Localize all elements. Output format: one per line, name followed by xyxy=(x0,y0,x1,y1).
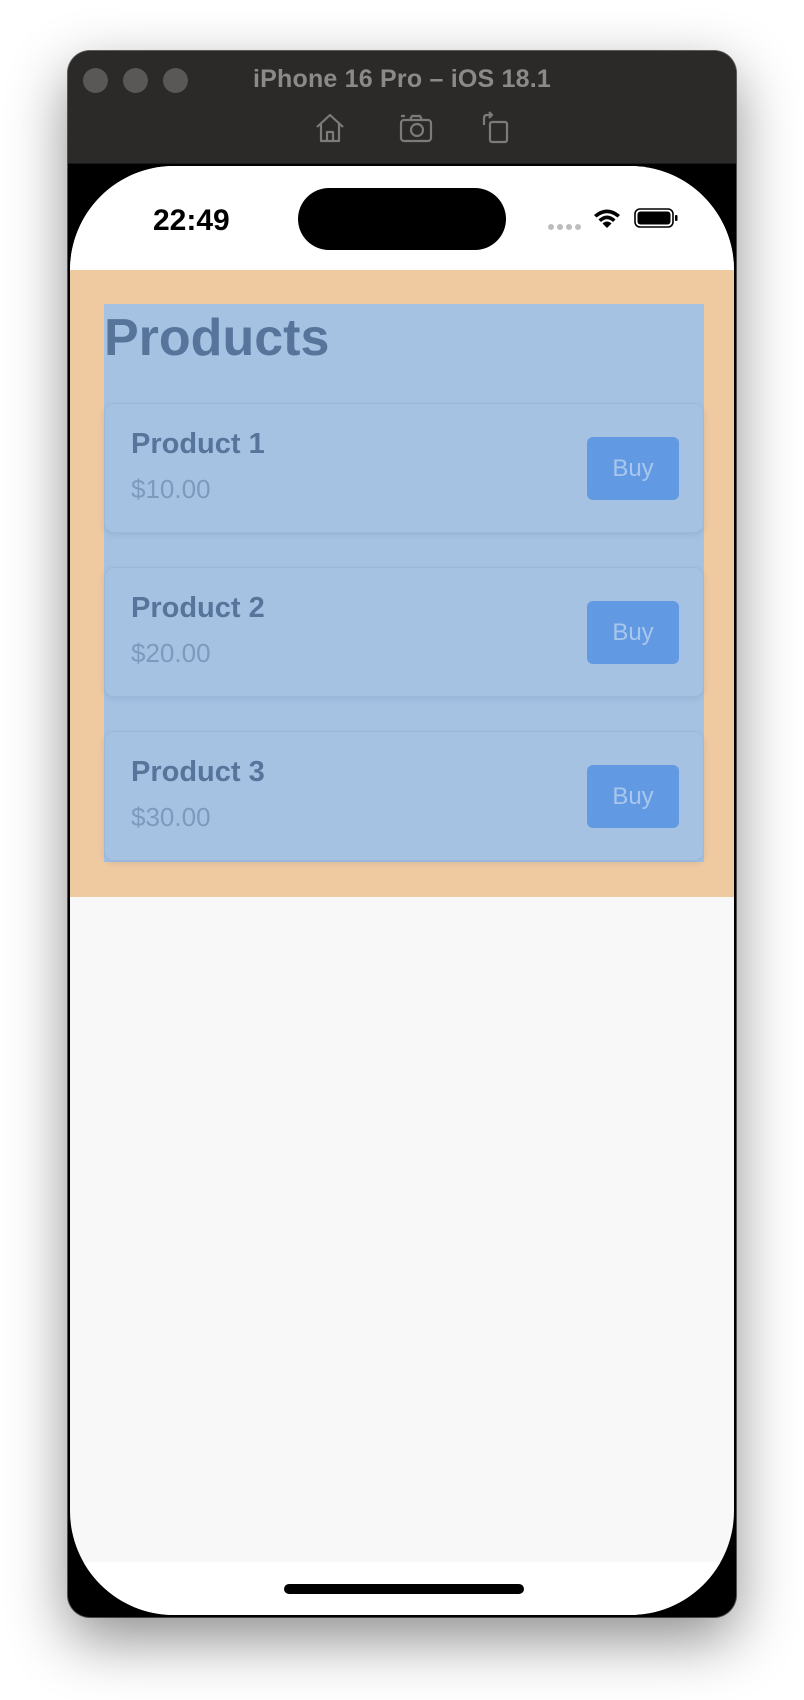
home-icon[interactable] xyxy=(312,111,348,145)
product-card: Product 2 $20.00 Buy xyxy=(104,567,704,697)
product-price: $30.00 xyxy=(131,802,211,832)
app-container: Products Product 1 $10.00 Buy Product 2 … xyxy=(70,270,734,897)
dynamic-island xyxy=(298,188,506,250)
battery-icon xyxy=(634,208,678,228)
phone-bezel: 22:49 Products Product 1 $10.00 Buy Prod… xyxy=(68,164,736,1617)
home-indicator[interactable] xyxy=(284,1584,524,1594)
product-name: Product 2 xyxy=(131,592,265,624)
product-list: Products Product 1 $10.00 Buy Product 2 … xyxy=(104,304,704,862)
buy-button[interactable]: Buy xyxy=(587,437,679,500)
buy-button[interactable]: Buy xyxy=(587,601,679,664)
camera-icon[interactable] xyxy=(398,111,434,145)
status-time: 22:49 xyxy=(153,204,230,237)
rotate-icon[interactable] xyxy=(478,111,514,145)
product-name: Product 3 xyxy=(131,756,265,788)
product-card: Product 3 $30.00 Buy xyxy=(104,731,704,861)
window-title: iPhone 16 Pro – iOS 18.1 xyxy=(253,65,551,93)
product-name: Product 1 xyxy=(131,428,265,460)
simulator-titlebar: iPhone 16 Pro – iOS 18.1 xyxy=(68,51,736,164)
cellular-dots-icon xyxy=(548,224,582,232)
phone-screen: 22:49 Products Product 1 $10.00 Buy Prod… xyxy=(70,166,734,1615)
wifi-icon xyxy=(592,206,622,230)
status-bar: 22:49 xyxy=(70,166,734,270)
buy-button[interactable]: Buy xyxy=(587,765,679,828)
simulator-window: iPhone 16 Pro – iOS 18.1 22:49 Products … xyxy=(68,51,736,1617)
product-card: Product 1 $10.00 Buy xyxy=(104,403,704,533)
product-price: $20.00 xyxy=(131,638,211,668)
page-title: Products xyxy=(104,309,330,367)
product-price: $10.00 xyxy=(131,474,211,504)
